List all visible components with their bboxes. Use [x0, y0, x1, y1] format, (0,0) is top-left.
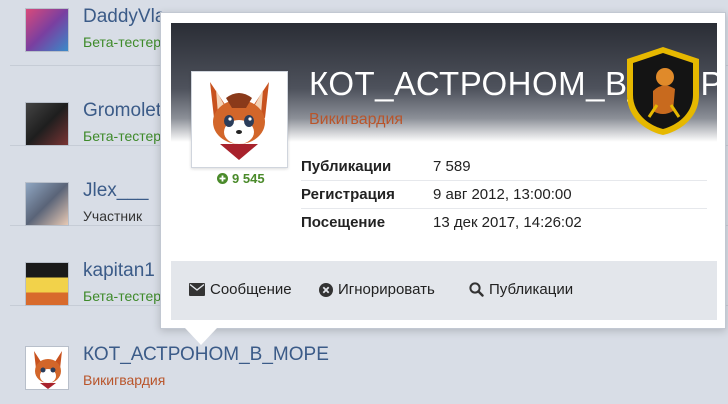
stat-value: 13 дек 2017, 14:26:02 — [433, 214, 582, 231]
member-name[interactable]: DaddyVla — [83, 6, 165, 28]
stat-label: Посещение — [301, 214, 386, 231]
posts-button[interactable]: Публикации — [469, 281, 573, 298]
avatar[interactable] — [25, 8, 69, 52]
plus-circle-icon — [217, 172, 229, 187]
member-rank: Участник — [83, 208, 143, 224]
fox-avatar-icon — [196, 76, 283, 163]
ignore-button[interactable]: Игнорировать — [319, 281, 435, 298]
avatar[interactable] — [25, 262, 69, 306]
hovercard-pointer — [185, 328, 217, 345]
profile-stats: Публикации 7 589 Регистрация 9 авг 2012,… — [301, 153, 707, 237]
member-name[interactable]: КОТ_АСТРОНОМ_В_МОРЕ — [83, 344, 329, 366]
ignore-circle-icon — [319, 282, 333, 297]
message-label: Сообщение — [210, 281, 292, 298]
popup-avatar[interactable] — [191, 71, 288, 168]
member-name[interactable]: Gromolet — [83, 100, 161, 122]
stat-label: Регистрация — [301, 186, 395, 203]
reputation-value: 9 545 — [232, 171, 265, 186]
posts-label: Публикации — [489, 281, 574, 298]
member-rank: Бета-тестер — [83, 34, 162, 50]
guild-shield-icon — [627, 47, 699, 135]
popup-group: Викигвардия — [309, 111, 404, 128]
member-name[interactable]: Jlex___ — [83, 180, 149, 202]
reputation-badge: 9 545 — [201, 171, 281, 187]
avatar[interactable] — [25, 102, 69, 146]
envelope-icon — [189, 283, 205, 296]
stat-last-visit: Посещение 13 дек 2017, 14:26:02 — [301, 209, 707, 237]
stat-registered: Регистрация 9 авг 2012, 13:00:00 — [301, 181, 707, 209]
ignore-label: Игнорировать — [338, 281, 435, 298]
message-button[interactable]: Сообщение — [189, 281, 292, 298]
popup-actions-bar: Сообщение Игнорировать Публикации — [171, 261, 717, 320]
member-rank: Викигвардия — [83, 372, 166, 388]
member-name[interactable]: kapitan1 — [83, 260, 155, 282]
stat-value: 9 авг 2012, 13:00:00 — [433, 186, 572, 203]
user-hovercard: КОТ_АСТРОНОМ_В_МОРЕ Викигвардия 9 545 Пу… — [160, 12, 726, 329]
stat-posts: Публикации 7 589 — [301, 153, 707, 181]
search-icon — [469, 282, 484, 297]
avatar[interactable] — [25, 346, 69, 390]
stat-label: Публикации — [301, 158, 392, 175]
stat-value: 7 589 — [433, 158, 471, 175]
member-rank: Бета-тестер — [83, 288, 162, 304]
fox-avatar-icon — [26, 347, 68, 389]
member-rank: Бета-тестер — [83, 128, 162, 144]
avatar[interactable] — [25, 182, 69, 226]
